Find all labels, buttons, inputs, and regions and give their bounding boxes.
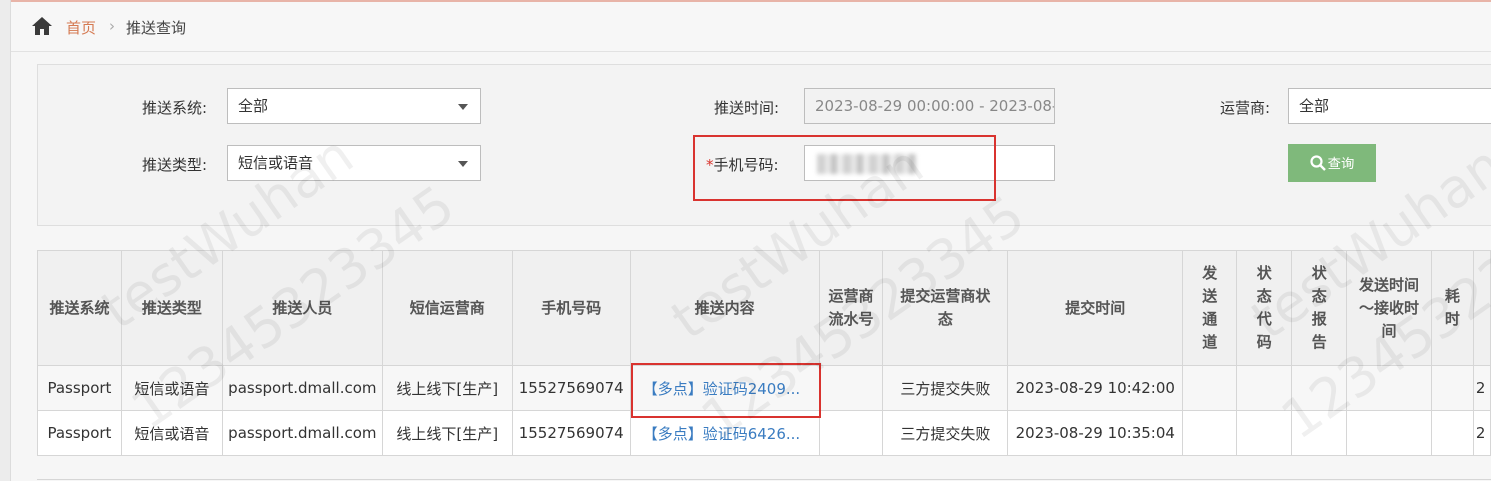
push-type-value: 短信或语音 bbox=[238, 154, 314, 172]
col-header-submit-time: 提交时间 bbox=[1007, 250, 1184, 366]
carrier-select[interactable]: 全部 bbox=[1288, 88, 1491, 124]
col-header-phone: 手机号码 bbox=[511, 250, 631, 366]
col-header-send-receive-time: 发送时间～接收时间 bbox=[1346, 250, 1432, 366]
cell-send-receive-time bbox=[1346, 410, 1432, 456]
col-header-submit-status: 提交运营商状态 bbox=[882, 250, 1009, 366]
table-row: Passport 短信或语音 passport.dmall.com 线上线下[生… bbox=[37, 365, 1491, 411]
cell-push-type: 短信或语音 bbox=[120, 410, 223, 456]
cell-submit-time: 2023-08-29 10:35:04 bbox=[1007, 410, 1184, 456]
cell-sms-carrier: 线上线下[生产] bbox=[381, 410, 513, 456]
cell-channel bbox=[1182, 365, 1238, 411]
col-header-push-type: 推送类型 bbox=[120, 250, 223, 366]
search-icon bbox=[1310, 155, 1326, 171]
required-mark: * bbox=[706, 156, 714, 174]
breadcrumb-current: 推送查询 bbox=[126, 19, 187, 37]
carrier-value: 全部 bbox=[1299, 97, 1330, 115]
search-button[interactable]: 查询 bbox=[1288, 144, 1376, 182]
chevron-down-icon bbox=[458, 161, 468, 167]
phone-number-input[interactable] bbox=[804, 145, 1055, 181]
cell-status-code bbox=[1236, 365, 1293, 411]
phone-label-text: 手机号码: bbox=[713, 156, 779, 174]
push-records-table: 推送系统 推送类型 推送人员 短信运营商 手机号码 推送内容 运营商流水号 提交… bbox=[37, 250, 1491, 456]
cell-push-system: Passport bbox=[37, 410, 122, 456]
cell-submit-status: 三方提交失败 bbox=[882, 365, 1009, 411]
cell-submit-status: 三方提交失败 bbox=[882, 410, 1009, 456]
cell-submit-time: 2023-08-29 10:42:00 bbox=[1007, 365, 1184, 411]
cell-push-type: 短信或语音 bbox=[120, 365, 223, 411]
breadcrumb-separator: › bbox=[109, 17, 115, 35]
cell-overflow: 2 bbox=[1472, 410, 1491, 456]
table-header-row: 推送系统 推送类型 推送人员 短信运营商 手机号码 推送内容 运营商流水号 提交… bbox=[37, 250, 1491, 366]
col-header-overflow bbox=[1472, 250, 1491, 366]
cell-sms-carrier: 线上线下[生产] bbox=[381, 365, 513, 411]
phone-label: *手机号码: bbox=[706, 154, 779, 175]
home-icon[interactable] bbox=[31, 16, 53, 36]
cell-phone: 15527569074 bbox=[511, 410, 631, 456]
push-system-label: 推送系统: bbox=[142, 99, 208, 117]
cell-carrier-serial bbox=[818, 365, 884, 411]
col-header-content: 推送内容 bbox=[629, 250, 820, 366]
redacted-phone-value bbox=[817, 154, 917, 174]
left-sidebar-edge bbox=[0, 0, 11, 481]
cell-overflow: 2 bbox=[1472, 365, 1491, 411]
cell-status-report bbox=[1291, 365, 1348, 411]
table-row: Passport 短信或语音 passport.dmall.com 线上线下[生… bbox=[37, 410, 1491, 456]
col-header-sms-carrier: 短信运营商 bbox=[381, 250, 513, 366]
push-time-label: 推送时间: bbox=[714, 99, 780, 117]
chevron-down-icon bbox=[458, 104, 468, 110]
table-bottom-divider bbox=[37, 479, 1491, 480]
cell-duration bbox=[1430, 410, 1474, 456]
col-header-duration: 耗时 bbox=[1430, 250, 1474, 366]
cell-status-code bbox=[1236, 410, 1293, 456]
breadcrumb-home-link[interactable]: 首页 bbox=[66, 17, 96, 38]
cell-phone: 15527569074 bbox=[511, 365, 631, 411]
push-system-select[interactable]: 全部 bbox=[227, 88, 481, 124]
breadcrumb: 首页 › 推送查询 bbox=[11, 2, 1491, 52]
col-header-channel: 发送通道 bbox=[1182, 250, 1238, 366]
cell-push-user: passport.dmall.com bbox=[221, 410, 383, 456]
cell-send-receive-time bbox=[1346, 365, 1432, 411]
push-time-value: 2023-08-29 00:00:00 - 2023-08-29 23:59:5… bbox=[815, 97, 1054, 115]
cell-content-link[interactable]: 【多点】验证码6426... bbox=[629, 410, 820, 456]
carrier-label: 运营商: bbox=[1220, 99, 1271, 117]
col-header-status-code: 状态代码 bbox=[1236, 250, 1293, 366]
push-type-label: 推送类型: bbox=[142, 156, 208, 174]
push-system-value: 全部 bbox=[238, 97, 269, 115]
cell-push-system: Passport bbox=[37, 365, 122, 411]
cell-status-report bbox=[1291, 410, 1348, 456]
cell-push-user: passport.dmall.com bbox=[221, 365, 383, 411]
cell-channel bbox=[1182, 410, 1238, 456]
col-header-status-report: 状态报告 bbox=[1291, 250, 1348, 366]
push-type-select[interactable]: 短信或语音 bbox=[227, 145, 481, 181]
search-button-label: 查询 bbox=[1327, 156, 1355, 171]
cell-duration bbox=[1430, 365, 1474, 411]
cell-content-link[interactable]: 【多点】验证码2409... bbox=[629, 365, 820, 411]
col-header-carrier-serial: 运营商流水号 bbox=[818, 250, 884, 366]
col-header-push-system: 推送系统 bbox=[37, 250, 122, 366]
col-header-push-user: 推送人员 bbox=[221, 250, 383, 366]
push-time-range-input[interactable]: 2023-08-29 00:00:00 - 2023-08-29 23:59:5… bbox=[804, 88, 1055, 124]
cell-carrier-serial bbox=[818, 410, 884, 456]
